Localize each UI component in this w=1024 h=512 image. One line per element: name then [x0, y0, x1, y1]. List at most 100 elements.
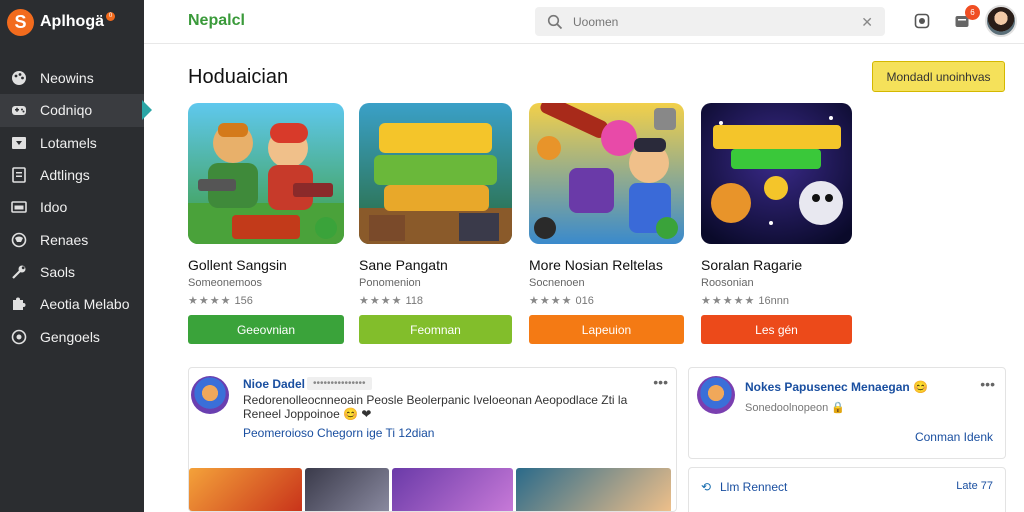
search-bar[interactable]: ✕ — [535, 7, 885, 36]
side-card: ⟲ Llm Rennect Late 77 — [688, 467, 1006, 512]
game-rating: ★★★★ 016 — [529, 294, 594, 307]
avatar[interactable] — [697, 376, 735, 414]
cta-button[interactable]: Mondadl unoinhvas — [872, 61, 1005, 92]
settings-icon — [11, 329, 27, 345]
download-icon — [11, 135, 27, 151]
sidebar-item-adtlings[interactable]: Adtlings — [0, 159, 144, 191]
sidebar-item-label: Lotamels — [40, 134, 97, 151]
post-image[interactable] — [392, 468, 513, 511]
game-card[interactable]: More Nosian Reltelas Socnenoen ★★★★ 016 … — [529, 103, 684, 344]
sidebar-item-label: Adtlings — [40, 167, 90, 184]
sidebar-item-label: Neowins — [40, 70, 94, 87]
palette-icon — [11, 70, 27, 86]
post-image[interactable] — [305, 468, 389, 511]
side-card: Nokes Papusenec Menaegan 😊 Sonedoolnopeo… — [688, 367, 1006, 459]
post-image[interactable] — [189, 468, 302, 511]
more-options-icon[interactable]: ••• — [980, 376, 995, 392]
game-thumbnail[interactable] — [529, 103, 684, 244]
side-card-meta: Late 77 — [956, 480, 993, 492]
more-options-icon[interactable]: ••• — [653, 374, 668, 390]
side-card-link[interactable]: Conman Idenk — [915, 430, 993, 444]
game-title: Gollent Sangsin — [188, 257, 287, 273]
sidebar-item-lotamels[interactable]: Lotamels — [0, 127, 144, 159]
sidebar-item-renaes[interactable]: Renaes — [0, 223, 144, 255]
record-button[interactable] — [912, 11, 932, 31]
search-input[interactable] — [573, 14, 843, 29]
game-rating: ★★★★ 156 — [188, 294, 253, 307]
image-icon — [11, 199, 27, 215]
game-action-button[interactable]: Lapeuion — [529, 315, 684, 344]
side-card-subtitle: Sonedoolnopeon 🔒 — [745, 402, 845, 414]
sidebar-item-label: Codniqo — [40, 102, 93, 119]
game-thumbnail[interactable] — [359, 103, 512, 244]
post-text: Redorenolleocnneoain Peosle Beolerpanic … — [243, 393, 628, 421]
post-image[interactable] — [516, 468, 671, 511]
wrench-icon — [11, 264, 27, 280]
game-title: More Nosian Reltelas — [529, 257, 663, 273]
app-title: Nepalcl — [188, 12, 245, 29]
game-title: Sane Pangatn — [359, 257, 448, 273]
game-subtitle: Someonemoos — [188, 277, 262, 289]
avatar[interactable] — [985, 5, 1017, 37]
page-title: Hoduaician — [188, 66, 289, 88]
feed-post: Nioe Dadel ••••••••••••••• ••• Redorenol… — [188, 367, 677, 512]
sidebar-item-label: Idoo — [40, 199, 68, 216]
game-action-button[interactable]: Geeovnian — [188, 315, 344, 344]
sidebar-item-label: Saols — [40, 263, 76, 280]
sidebar-item-saols[interactable]: Saols — [0, 256, 144, 288]
globe-icon — [11, 232, 27, 248]
search-icon — [547, 14, 563, 29]
rating-count: 16nnn — [758, 295, 789, 307]
puzzle-icon — [11, 296, 27, 312]
sidebar-item-label: Aeotia Melabo — [40, 296, 130, 313]
post-author[interactable]: Nioe Dadel — [243, 377, 305, 391]
side-card-title[interactable]: Nokes Papusenec Menaegan 😊 — [745, 380, 928, 394]
post-tag: ••••••••••••••• — [307, 377, 372, 390]
game-subtitle: Ponomenion — [359, 277, 421, 289]
sidebar-nav: Neowins Codniqo Lotamels Adtlings Idoo R… — [0, 62, 152, 353]
avatar[interactable] — [191, 376, 229, 414]
gamepad-icon — [11, 102, 27, 118]
game-thumbnail[interactable] — [701, 103, 852, 244]
rating-stars-icon: ★★★★★ — [701, 295, 756, 307]
sidebar-item-aeotia-melabo[interactable]: Aeotia Melabo — [0, 288, 144, 320]
notifications-button[interactable]: 6 — [952, 5, 980, 31]
brand[interactable]: S Aplhogä 0 — [7, 8, 115, 36]
game-subtitle: Socnenoen — [529, 277, 585, 289]
notification-badge: 6 — [965, 5, 980, 20]
game-card[interactable]: Gollent Sangsin Someonemoos ★★★★ 156 Gee… — [188, 103, 344, 344]
game-subtitle: Roosonian — [701, 277, 754, 289]
game-thumbnail[interactable] — [188, 103, 344, 244]
refresh-icon[interactable]: ⟲ — [701, 480, 711, 494]
sidebar-item-neowins[interactable]: Neowins — [0, 62, 144, 94]
sidebar-item-codniqo[interactable]: Codniqo — [0, 94, 152, 127]
rating-count: 118 — [405, 295, 424, 307]
game-action-button[interactable]: Les gén — [701, 315, 852, 344]
sidebar-item-label: Renaes — [40, 231, 89, 248]
sidebar-item-gengoels[interactable]: Gengoels — [0, 320, 144, 352]
document-icon — [11, 167, 27, 183]
close-icon[interactable]: ✕ — [861, 14, 873, 31]
rating-stars-icon: ★★★★ — [529, 295, 573, 307]
game-title: Soralan Ragarie — [701, 257, 803, 273]
post-image-strip — [189, 468, 676, 511]
sidebar-item-idoo[interactable]: Idoo — [0, 191, 144, 223]
game-rating: ★★★★★ 16nnn — [701, 294, 789, 307]
rating-count: 156 — [234, 295, 253, 307]
game-action-button[interactable]: Feomnan — [359, 315, 512, 344]
game-card[interactable]: Sane Pangatn Ponomenion ★★★★ 118 Feomnan — [359, 103, 512, 344]
sidebar: S Aplhogä 0 Neowins Codniqo Lotamels Adt… — [0, 0, 152, 512]
rating-stars-icon: ★★★★ — [188, 295, 232, 307]
sidebar-item-label: Gengoels — [40, 328, 100, 345]
brand-logo-icon: S — [7, 8, 34, 36]
game-card[interactable]: Soralan Ragarie Roosonian ★★★★★ 16nnn Le… — [701, 103, 852, 344]
game-rating: ★★★★ 118 — [359, 294, 423, 307]
side-card-label[interactable]: Llm Rennect — [720, 480, 787, 494]
brand-dot: 0 — [106, 11, 115, 21]
brand-name: Aplhogä — [40, 13, 104, 30]
post-link[interactable]: Peomeroioso Chegorn ige Ti 12dian — [243, 426, 434, 440]
rating-count: 016 — [575, 295, 594, 307]
rating-stars-icon: ★★★★ — [359, 295, 403, 307]
top-bar: Nepalcl ✕ 6 — [144, 0, 1024, 44]
record-icon — [914, 13, 930, 29]
